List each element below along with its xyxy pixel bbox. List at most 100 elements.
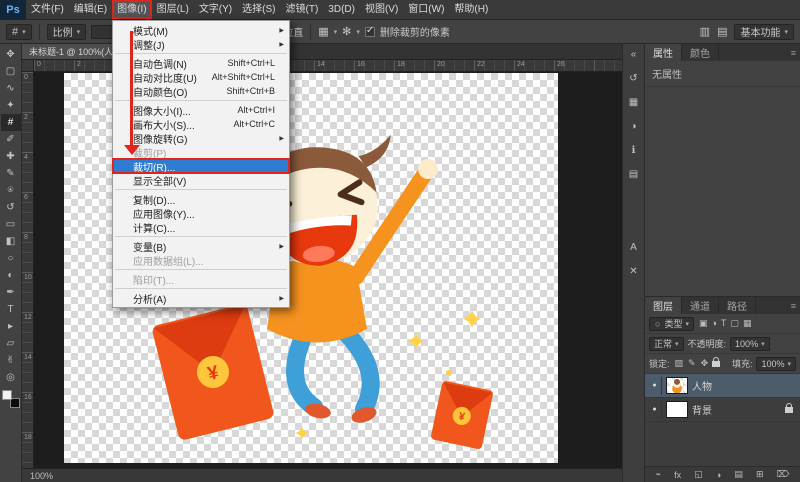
layers-tab-2[interactable]: 通道 [682,297,719,314]
image-menu-item[interactable]: 裁切(R)... [113,159,289,173]
quick-selection-tool[interactable]: ✦ [1,97,21,114]
adjustment-layer-icon[interactable]: ◑ [715,470,722,480]
clone-stamp-tool[interactable]: ⍟ [1,182,21,199]
overlay-grid-icon[interactable]: ▦ [318,25,328,38]
eraser-tool[interactable]: ▭ [1,216,21,233]
new-layer-icon[interactable]: ⊞ [755,469,765,480]
blur-tool[interactable]: ○ [1,250,21,267]
image-menu-item[interactable]: 分析(A)▶ [113,291,289,305]
image-menu-item[interactable]: 画布大小(S)...Alt+Ctrl+C [113,117,289,131]
lock-position-icon[interactable]: ✥ [700,358,710,369]
image-menu-item[interactable]: 自动颜色(O)Shift+Ctrl+B [113,84,289,98]
image-menu-item[interactable]: 计算(C)... [113,220,289,234]
panel-menu-icon[interactable]: ≡ [756,297,800,314]
menubar-item-6[interactable]: 选择(S) [237,0,280,19]
dock-toggle-icon[interactable]: ▥ [700,25,710,38]
filter-kind-icon[interactable]: ▣ [698,318,709,329]
opacity-select[interactable]: 100% ▾ [730,337,770,351]
menubar-item-2[interactable]: 编辑(E) [69,0,112,19]
lock-all-icon[interactable] [712,361,720,367]
layers-tab-3[interactable]: 路径 [719,297,756,314]
properties-tab-2[interactable]: 颜色 [682,44,719,61]
properties-tab-1[interactable]: 属性 [645,44,682,61]
character-panel-icon[interactable]: A [625,240,643,255]
zoom-level[interactable]: 100% [30,471,53,481]
filter-shape-icon[interactable]: ▢ [729,318,740,329]
image-menu-item[interactable]: 图像旋转(G)▶ [113,131,289,145]
styles-panel-icon[interactable]: ▤ [625,167,643,182]
crop-tool-preset[interactable]: # ▾ [6,24,32,40]
fill-label: 填充: [732,357,753,370]
dodge-tool[interactable]: ◐ [1,267,21,284]
layer-row[interactable]: ●人物 [645,374,800,398]
layer-mask-icon[interactable]: ◱ [693,469,704,480]
image-menu-item[interactable]: 调整(J)▶ [113,37,289,51]
visibility-toggle[interactable]: ● [648,401,662,419]
image-menu-item[interactable]: 显示全部(V) [113,173,289,187]
filter-smart-icon[interactable]: ▦ [742,318,753,329]
swatches-panel-icon[interactable]: ▦ [625,95,643,110]
info-panel-icon[interactable]: ℹ [625,143,643,158]
move-tool[interactable]: ✥ [1,46,21,63]
image-menu-item[interactable]: 模式(M)▶ [113,23,289,37]
menubar-item-7[interactable]: 滤镜(T) [281,0,324,19]
filter-type-icon[interactable]: T [720,318,728,329]
history-brush-tool[interactable]: ↺ [1,199,21,216]
dock-toggle2-icon[interactable]: ▤ [717,25,727,38]
pen-tool[interactable]: ✒ [1,284,21,301]
shape-tool[interactable]: ▱ [1,335,21,352]
gradient-tool[interactable]: ◧ [1,233,21,250]
blend-mode-select[interactable]: 正常 ▾ [649,337,684,351]
fill-select[interactable]: 100% ▾ [756,357,796,371]
eyedropper-tool[interactable]: ✐ [1,131,21,148]
path-selection-tool[interactable]: ▸ [1,318,21,335]
menubar-item-8[interactable]: 3D(D) [323,0,360,19]
color-swatches[interactable] [2,390,20,408]
layer-group-icon[interactable]: ▤ [733,469,744,480]
brush-tool[interactable]: ✎ [1,165,21,182]
menubar-item-1[interactable]: 文件(F) [26,0,69,19]
delete-layer-icon[interactable]: ⌦ [776,469,791,480]
menubar-item-3[interactable]: 图像(I) [112,0,151,19]
image-menu-item[interactable]: 自动对比度(U)Alt+Shift+Ctrl+L [113,70,289,84]
hand-tool[interactable]: ✌ [1,352,21,369]
panel-menu-icon[interactable]: ≡ [719,44,800,61]
foreground-color-swatch[interactable] [2,390,12,400]
history-panel-icon[interactable]: ↺ [625,71,643,86]
layer-thumbnail[interactable] [666,401,688,418]
layer-style-icon[interactable]: fx [673,470,682,480]
workspace-select[interactable]: 基本功能 ▾ [734,24,794,40]
filter-adjustment-icon[interactable]: ◑ [710,318,717,329]
image-menu-item[interactable]: 应用图像(Y)... [113,206,289,220]
type-tool[interactable]: T [1,301,21,318]
image-menu-item[interactable]: 复制(D)... [113,192,289,206]
gear-icon[interactable]: ✻ [342,25,351,38]
lock-paint-icon[interactable]: ✎ [687,358,697,369]
lock-transparency-icon[interactable]: ▨ [674,358,685,369]
marquee-tool[interactable]: ▢ [1,63,21,80]
delete-pixels-checkbox[interactable] [365,27,375,37]
image-menu-item[interactable]: 变量(B)▶ [113,239,289,253]
menubar-item-10[interactable]: 窗口(W) [403,0,449,19]
crop-tool[interactable]: # [1,114,21,131]
image-menu-item[interactable]: 自动色调(N)Shift+Ctrl+L [113,56,289,70]
menubar-item-4[interactable]: 图层(L) [152,0,194,19]
menubar-item-9[interactable]: 视图(V) [360,0,403,19]
visibility-toggle[interactable]: ● [648,377,662,395]
layer-thumbnail[interactable] [666,377,688,394]
close-panel-icon[interactable]: ✕ [625,264,643,279]
ruler-number: 2 [24,114,28,121]
collapse-dock-icon[interactable]: « [625,47,643,62]
layer-row[interactable]: ●背景 [645,398,800,422]
crop-ratio-select[interactable]: 比例 ▾ [47,24,87,40]
adjustments-panel-icon[interactable]: ◑ [625,119,643,134]
zoom-tool[interactable]: ◎ [1,369,21,386]
link-layers-icon[interactable]: ⌁ [655,469,662,480]
menubar-item-5[interactable]: 文字(Y) [194,0,237,19]
image-menu-item[interactable]: 图像大小(I)...Alt+Ctrl+I [113,103,289,117]
layers-tab-1[interactable]: 图层 [645,297,682,314]
lasso-tool[interactable]: ∿ [1,80,21,97]
layer-filter-select[interactable]: ○ 类型 ▾ [649,317,694,331]
menubar-item-11[interactable]: 帮助(H) [449,0,493,19]
healing-brush-tool[interactable]: ✚ [1,148,21,165]
